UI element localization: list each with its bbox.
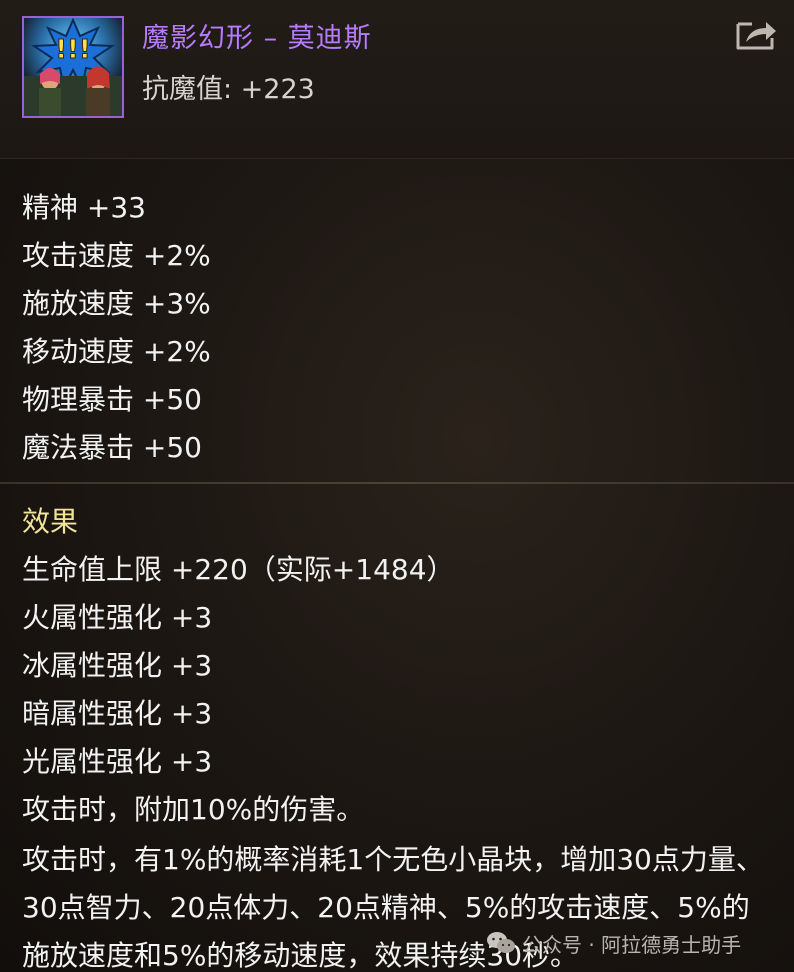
stat-magic-crit: 魔法暴击 +50 [22,431,202,464]
magic-resist-value: 抗魔值: +223 [142,74,315,105]
svg-text:!!!: !!! [55,35,91,65]
watermark: 公众号 · 阿拉德勇士助手 [486,926,741,960]
effect-light-enhance: 光属性强化 +3 [22,745,213,778]
stat-attack-speed: 攻击速度 +2% [22,239,211,272]
effect-extra-damage: 攻击时，附加10%的伤害。 [22,793,365,826]
stat-list: 精神 +33 攻击速度 +2% 施放速度 +3% 移动速度 +2% 物理暴击 +… [22,186,782,474]
effect-title: 效果 [22,505,79,538]
stat-cast-speed: 施放速度 +3% [22,287,211,320]
effect-ice-enhance: 冰属性强化 +3 [22,649,213,682]
stat-spirit: 精神 +33 [22,191,146,224]
stat-move-speed: 移动速度 +2% [22,335,211,368]
share-icon [736,22,776,50]
watermark-text: 公众号 · 阿拉德勇士助手 [522,932,742,957]
item-tooltip: !!! 魔影幻形 – 莫迪斯 抗魔值: +223 精神 +33 攻击速度 +2%… [0,0,794,972]
effect-hp-max: 生命值上限 +220（实际+1484） [22,553,455,586]
effect-section: 效果 生命值上限 +220（实际+1484） 火属性强化 +3 冰属性强化 +3… [22,500,782,972]
share-button[interactable] [734,16,778,52]
section-divider [0,482,794,484]
effect-dark-enhance: 暗属性强化 +3 [22,697,213,730]
character-art-icon: !!! [22,16,124,118]
effect-fire-enhance: 火属性强化 +3 [22,601,213,634]
item-name: 魔影幻形 – 莫迪斯 [142,23,372,54]
tooltip-header: !!! 魔影幻形 – 莫迪斯 抗魔值: +223 [0,0,794,159]
stat-physical-crit: 物理暴击 +50 [22,383,202,416]
wechat-icon [487,932,515,953]
